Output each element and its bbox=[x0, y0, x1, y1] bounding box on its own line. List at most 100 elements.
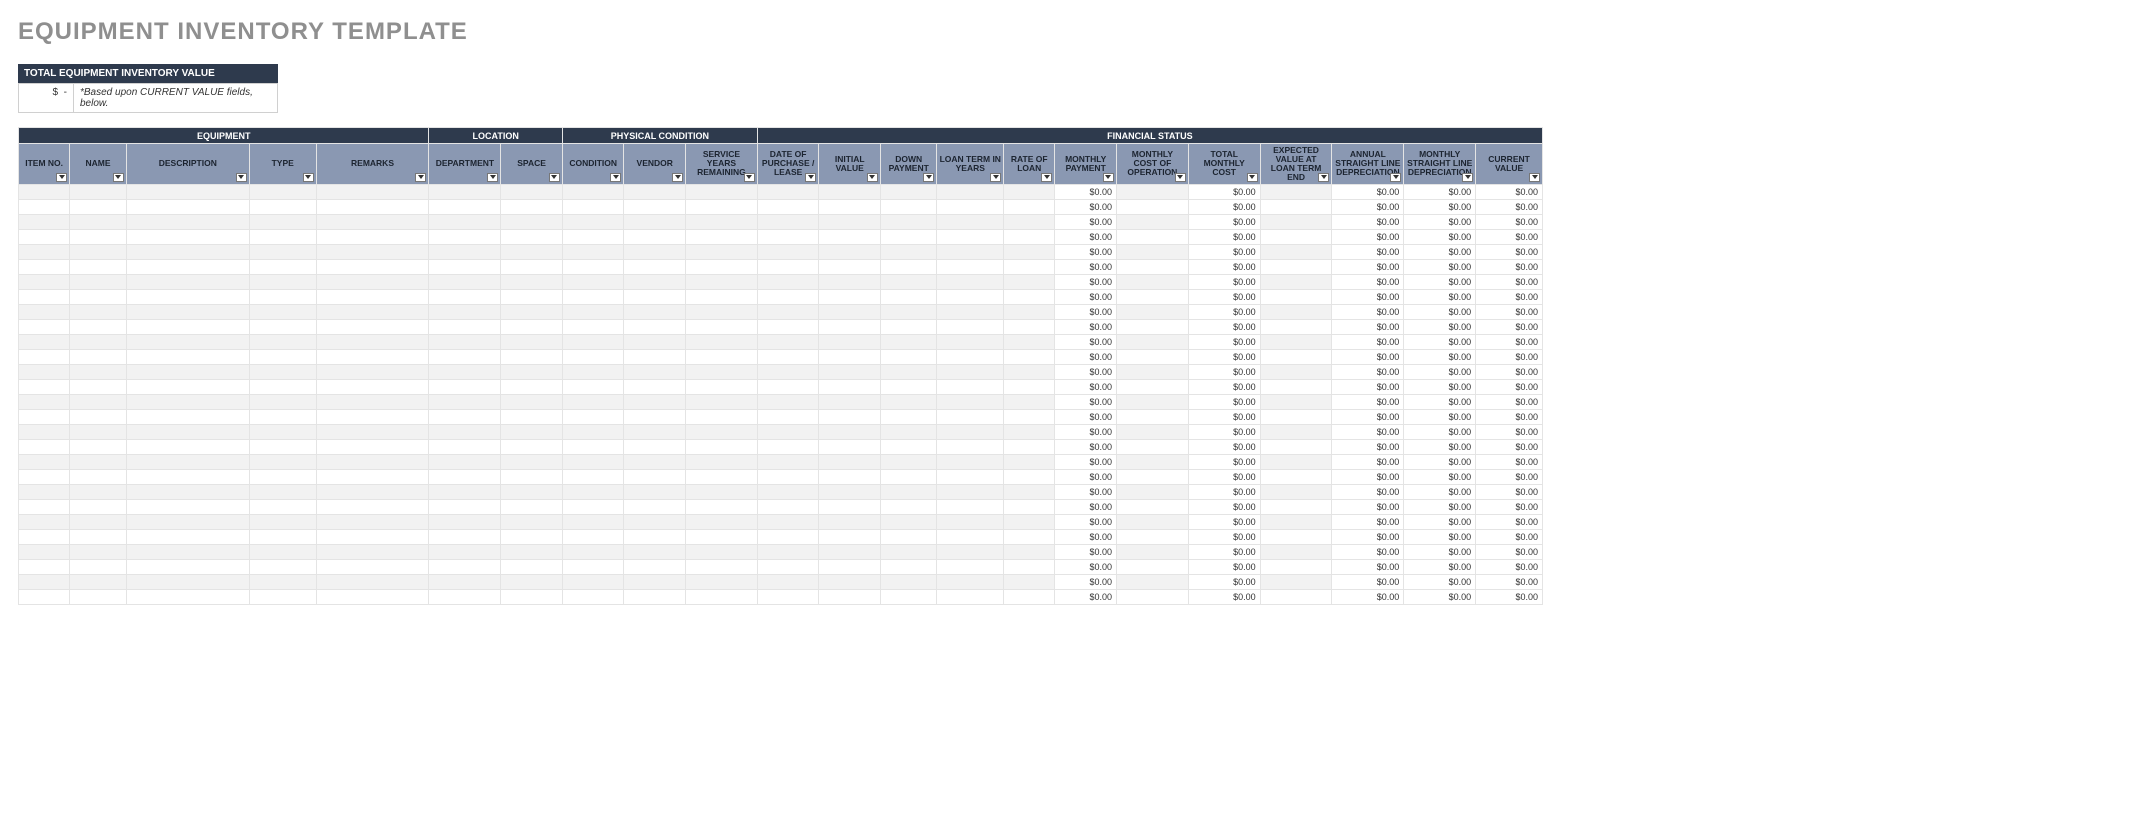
cell-rate[interactable] bbox=[1004, 589, 1055, 604]
cell-remarks[interactable] bbox=[316, 199, 429, 214]
cell-annual_dep[interactable]: $0.00 bbox=[1332, 364, 1404, 379]
cell-monthly_dep[interactable]: $0.00 bbox=[1404, 589, 1476, 604]
filter-dropdown-icon[interactable] bbox=[867, 173, 878, 182]
cell-loan_term[interactable] bbox=[937, 424, 1004, 439]
cell-condition[interactable] bbox=[562, 364, 624, 379]
cell-total_monthly_cost[interactable]: $0.00 bbox=[1188, 394, 1260, 409]
cell-purchase_date[interactable] bbox=[757, 349, 819, 364]
cell-space[interactable] bbox=[501, 544, 563, 559]
cell-expected_value_end[interactable] bbox=[1260, 439, 1332, 454]
cell-total_monthly_cost[interactable]: $0.00 bbox=[1188, 424, 1260, 439]
cell-current_value[interactable]: $0.00 bbox=[1476, 214, 1543, 229]
cell-expected_value_end[interactable] bbox=[1260, 424, 1332, 439]
cell-annual_dep[interactable]: $0.00 bbox=[1332, 259, 1404, 274]
cell-current_value[interactable]: $0.00 bbox=[1476, 394, 1543, 409]
cell-type[interactable] bbox=[249, 424, 316, 439]
cell-purchase_date[interactable] bbox=[757, 214, 819, 229]
cell-expected_value_end[interactable] bbox=[1260, 349, 1332, 364]
cell-initial_value[interactable] bbox=[819, 409, 881, 424]
filter-dropdown-icon[interactable] bbox=[56, 173, 67, 182]
cell-purchase_date[interactable] bbox=[757, 469, 819, 484]
cell-rate[interactable] bbox=[1004, 544, 1055, 559]
cell-monthly_payment[interactable]: $0.00 bbox=[1055, 229, 1117, 244]
cell-monthly_dep[interactable]: $0.00 bbox=[1404, 364, 1476, 379]
cell-annual_dep[interactable]: $0.00 bbox=[1332, 289, 1404, 304]
cell-name[interactable] bbox=[70, 499, 126, 514]
cell-monthly_cost_op[interactable] bbox=[1116, 289, 1188, 304]
cell-rate[interactable] bbox=[1004, 394, 1055, 409]
cell-expected_value_end[interactable] bbox=[1260, 469, 1332, 484]
cell-vendor[interactable] bbox=[624, 409, 686, 424]
cell-initial_value[interactable] bbox=[819, 199, 881, 214]
cell-service_years[interactable] bbox=[686, 454, 758, 469]
cell-condition[interactable] bbox=[562, 259, 624, 274]
cell-monthly_cost_op[interactable] bbox=[1116, 304, 1188, 319]
cell-remarks[interactable] bbox=[316, 484, 429, 499]
cell-current_value[interactable]: $0.00 bbox=[1476, 454, 1543, 469]
cell-expected_value_end[interactable] bbox=[1260, 529, 1332, 544]
cell-monthly_dep[interactable]: $0.00 bbox=[1404, 349, 1476, 364]
cell-description[interactable] bbox=[126, 469, 249, 484]
cell-service_years[interactable] bbox=[686, 514, 758, 529]
cell-purchase_date[interactable] bbox=[757, 484, 819, 499]
cell-department[interactable] bbox=[429, 379, 501, 394]
cell-expected_value_end[interactable] bbox=[1260, 544, 1332, 559]
cell-description[interactable] bbox=[126, 424, 249, 439]
cell-down_payment[interactable] bbox=[880, 454, 936, 469]
cell-monthly_dep[interactable]: $0.00 bbox=[1404, 394, 1476, 409]
cell-loan_term[interactable] bbox=[937, 349, 1004, 364]
cell-description[interactable] bbox=[126, 559, 249, 574]
cell-department[interactable] bbox=[429, 394, 501, 409]
cell-rate[interactable] bbox=[1004, 229, 1055, 244]
cell-total_monthly_cost[interactable]: $0.00 bbox=[1188, 469, 1260, 484]
cell-condition[interactable] bbox=[562, 559, 624, 574]
cell-description[interactable] bbox=[126, 544, 249, 559]
cell-down_payment[interactable] bbox=[880, 529, 936, 544]
cell-department[interactable] bbox=[429, 274, 501, 289]
cell-current_value[interactable]: $0.00 bbox=[1476, 529, 1543, 544]
cell-remarks[interactable] bbox=[316, 544, 429, 559]
cell-purchase_date[interactable] bbox=[757, 379, 819, 394]
cell-monthly_dep[interactable]: $0.00 bbox=[1404, 259, 1476, 274]
cell-current_value[interactable]: $0.00 bbox=[1476, 259, 1543, 274]
cell-monthly_cost_op[interactable] bbox=[1116, 184, 1188, 199]
cell-remarks[interactable] bbox=[316, 409, 429, 424]
cell-service_years[interactable] bbox=[686, 229, 758, 244]
cell-item_no[interactable] bbox=[19, 454, 70, 469]
filter-dropdown-icon[interactable] bbox=[923, 173, 934, 182]
cell-annual_dep[interactable]: $0.00 bbox=[1332, 514, 1404, 529]
cell-condition[interactable] bbox=[562, 409, 624, 424]
cell-service_years[interactable] bbox=[686, 544, 758, 559]
cell-type[interactable] bbox=[249, 349, 316, 364]
cell-annual_dep[interactable]: $0.00 bbox=[1332, 244, 1404, 259]
cell-rate[interactable] bbox=[1004, 259, 1055, 274]
cell-total_monthly_cost[interactable]: $0.00 bbox=[1188, 244, 1260, 259]
cell-department[interactable] bbox=[429, 574, 501, 589]
cell-total_monthly_cost[interactable]: $0.00 bbox=[1188, 559, 1260, 574]
cell-description[interactable] bbox=[126, 409, 249, 424]
cell-item_no[interactable] bbox=[19, 214, 70, 229]
cell-space[interactable] bbox=[501, 214, 563, 229]
cell-monthly_dep[interactable]: $0.00 bbox=[1404, 289, 1476, 304]
cell-current_value[interactable]: $0.00 bbox=[1476, 229, 1543, 244]
cell-description[interactable] bbox=[126, 364, 249, 379]
cell-rate[interactable] bbox=[1004, 304, 1055, 319]
cell-item_no[interactable] bbox=[19, 289, 70, 304]
cell-loan_term[interactable] bbox=[937, 259, 1004, 274]
cell-rate[interactable] bbox=[1004, 424, 1055, 439]
cell-vendor[interactable] bbox=[624, 394, 686, 409]
cell-item_no[interactable] bbox=[19, 469, 70, 484]
column-header-purchase_date[interactable]: DATE OF PURCHASE / LEASE bbox=[757, 144, 819, 185]
cell-item_no[interactable] bbox=[19, 199, 70, 214]
cell-description[interactable] bbox=[126, 319, 249, 334]
cell-monthly_cost_op[interactable] bbox=[1116, 529, 1188, 544]
cell-service_years[interactable] bbox=[686, 484, 758, 499]
filter-dropdown-icon[interactable] bbox=[1103, 173, 1114, 182]
cell-monthly_cost_op[interactable] bbox=[1116, 544, 1188, 559]
cell-space[interactable] bbox=[501, 529, 563, 544]
cell-department[interactable] bbox=[429, 589, 501, 604]
column-header-condition[interactable]: CONDITION bbox=[562, 144, 624, 185]
cell-monthly_dep[interactable]: $0.00 bbox=[1404, 199, 1476, 214]
cell-current_value[interactable]: $0.00 bbox=[1476, 409, 1543, 424]
cell-purchase_date[interactable] bbox=[757, 244, 819, 259]
